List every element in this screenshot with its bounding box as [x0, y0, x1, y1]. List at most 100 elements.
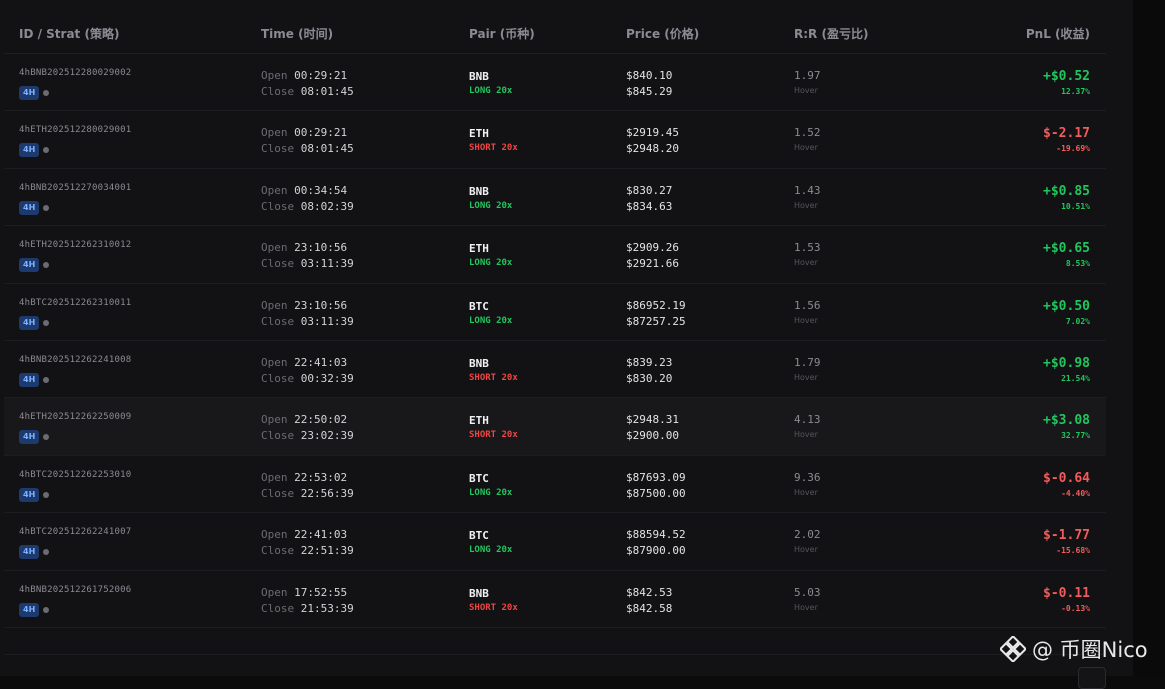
header-time[interactable]: Time (时间): [246, 25, 454, 42]
pnl-percent: 7.02%: [1065, 316, 1090, 326]
rr-cell: 1.52 Hover: [779, 111, 929, 155]
status-dot-icon: [43, 376, 50, 383]
pnl-value: +$0.50: [1043, 298, 1090, 314]
table-row[interactable]: 4hETH202512280029001 4H Open 00:29:21 Cl…: [4, 111, 1106, 169]
table-row[interactable]: 4hBTC202512262253010 4H Open 22:53:02 Cl…: [4, 456, 1106, 514]
scrollbar-track[interactable]: [1133, 0, 1165, 676]
header-pnl[interactable]: PnL (收益): [929, 25, 1106, 42]
pair-symbol: BNB: [469, 586, 489, 600]
pnl-cell: $-1.77 -15.68%: [929, 513, 1106, 557]
hover-label[interactable]: Hover: [794, 428, 929, 442]
hover-label[interactable]: Hover: [794, 371, 929, 385]
trade-tags: 4H: [19, 430, 246, 445]
time-cell: Open 00:34:54 Close 08:02:39: [246, 169, 454, 215]
exit-price: $2921.66: [626, 257, 679, 271]
hover-label[interactable]: Hover: [794, 601, 929, 615]
trade-id: 4hETH202512262310012: [19, 240, 132, 251]
table-header: ID / Strat (策略) Time (时间) Pair (币种) Pric…: [4, 13, 1106, 54]
open-label: Open: [261, 69, 288, 82]
table-row[interactable]: 4hBNB202512261752006 4H Open 17:52:55 Cl…: [4, 571, 1106, 628]
price-cell: $842.53 $842.58: [611, 571, 779, 617]
close-label: Close: [261, 85, 295, 98]
binance-logo-icon: [1000, 636, 1026, 662]
table-row[interactable]: 4hETH202512262250009 4H Open 22:50:02 Cl…: [4, 398, 1106, 456]
pnl-percent: -19.69%: [1056, 144, 1090, 154]
status-dot-icon: [43, 606, 50, 613]
entry-price: $86952.19: [626, 298, 686, 312]
price-cell: $86952.19 $87257.25: [611, 284, 779, 330]
entry-price: $87693.09: [626, 470, 686, 484]
price-cell: $2909.26 $2921.66: [611, 226, 779, 272]
hover-label[interactable]: Hover: [794, 141, 929, 155]
open-label: Open: [261, 241, 288, 255]
open-time: 22:41:03: [294, 355, 348, 369]
price-cell: $87693.09 $87500.00: [611, 456, 779, 502]
status-dot-icon: [43, 147, 50, 154]
exit-price: $87900.00: [626, 544, 686, 558]
trade-tags: 4H: [19, 258, 246, 273]
rr-value: 1.43: [794, 183, 821, 197]
exit-price: $830.20: [626, 371, 673, 385]
hover-label[interactable]: Hover: [794, 486, 929, 500]
close-label: Close: [261, 257, 295, 271]
status-dot-icon: [43, 319, 50, 326]
table-row[interactable]: 4hBNB202512270034001 4H Open 00:34:54 Cl…: [4, 169, 1106, 227]
header-id[interactable]: ID / Strat (策略): [4, 25, 246, 42]
rr-cell: 5.03 Hover: [779, 571, 929, 615]
close-time: 08:01:45: [300, 142, 354, 156]
entry-price: $2909.26: [626, 241, 679, 255]
trade-id: 4hETH202512280029001: [19, 125, 132, 136]
pair-cell: BTC LONG 20x: [454, 456, 611, 500]
open-time: 00:29:21: [294, 126, 348, 140]
rr-value: 1.52: [794, 126, 821, 140]
timeframe-badge: 4H: [19, 86, 40, 100]
header-rr[interactable]: R:R (盈亏比): [779, 25, 929, 42]
table-row[interactable]: 4hBTC202512262310011 4H Open 23:10:56 Cl…: [4, 284, 1106, 341]
pnl-percent: -0.13%: [1061, 603, 1090, 613]
table-row[interactable]: 4hETH202512262310012 4H Open 23:10:56 Cl…: [4, 226, 1106, 284]
header-price[interactable]: Price (价格): [611, 25, 779, 42]
trade-id: 4hBTC202512262241007: [19, 527, 132, 538]
hover-label[interactable]: Hover: [794, 314, 929, 328]
pnl-percent: 10.51%: [1061, 201, 1090, 211]
position-side: LONG 20x: [469, 545, 513, 556]
header-pair[interactable]: Pair (币种): [454, 25, 611, 42]
trade-tags: 4H: [19, 487, 246, 502]
table-row[interactable]: 4hBNB202512262241008 4H Open 22:41:03 Cl…: [4, 341, 1106, 399]
hover-label[interactable]: Hover: [794, 84, 929, 98]
hover-label[interactable]: Hover: [794, 543, 929, 557]
close-time: 22:51:39: [300, 544, 354, 558]
price-cell: $2919.45 $2948.20: [611, 111, 779, 157]
timeframe-badge: 4H: [19, 143, 40, 158]
id-cell: 4hBNB202512270034001 4H: [4, 169, 246, 215]
pnl-value: +$0.85: [1043, 183, 1090, 199]
pnl-cell: $-0.64 -4.40%: [929, 456, 1106, 500]
hover-label[interactable]: Hover: [794, 256, 929, 270]
pagination-next-button[interactable]: [1078, 667, 1106, 689]
pnl-cell: +$0.50 7.02%: [929, 284, 1106, 328]
pnl-percent: 32.77%: [1061, 431, 1090, 441]
position-side: LONG 20x: [469, 258, 513, 269]
close-time: 03:11:39: [300, 314, 354, 328]
hover-label[interactable]: Hover: [794, 199, 929, 213]
table-row[interactable]: 4hBNB202512280029002 4H Open 00:29:21 Cl…: [4, 54, 1106, 112]
rr-cell: 9.36 Hover: [779, 456, 929, 500]
status-dot-icon: [43, 549, 50, 556]
pair-cell: BTC LONG 20x: [454, 513, 611, 557]
id-cell: 4hETH202512280029001 4H: [4, 111, 246, 158]
position-side: LONG 20x: [469, 315, 513, 326]
table-row[interactable]: 4hBTC202512262241007 4H Open 22:41:03 Cl…: [4, 513, 1106, 571]
trade-id: 4hETH202512262250009: [19, 412, 132, 423]
rr-cell: 4.13 Hover: [779, 398, 929, 442]
time-cell: Open 00:29:21 Close 08:01:45: [246, 111, 454, 157]
rr-cell: 1.56 Hover: [779, 284, 929, 328]
position-side: LONG 20x: [469, 487, 513, 498]
open-time: 17:52:55: [294, 585, 348, 599]
pair-symbol: BNB: [469, 356, 489, 370]
pnl-percent: 21.54%: [1061, 373, 1090, 383]
id-cell: 4hBNB202512261752006 4H: [4, 571, 246, 617]
time-cell: Open 22:53:02 Close 22:56:39: [246, 456, 454, 502]
pnl-value: +$0.65: [1043, 241, 1090, 257]
status-dot-icon: [43, 491, 50, 498]
table-body: 4hBNB202512280029002 4H Open 00:29:21 Cl…: [4, 54, 1106, 628]
